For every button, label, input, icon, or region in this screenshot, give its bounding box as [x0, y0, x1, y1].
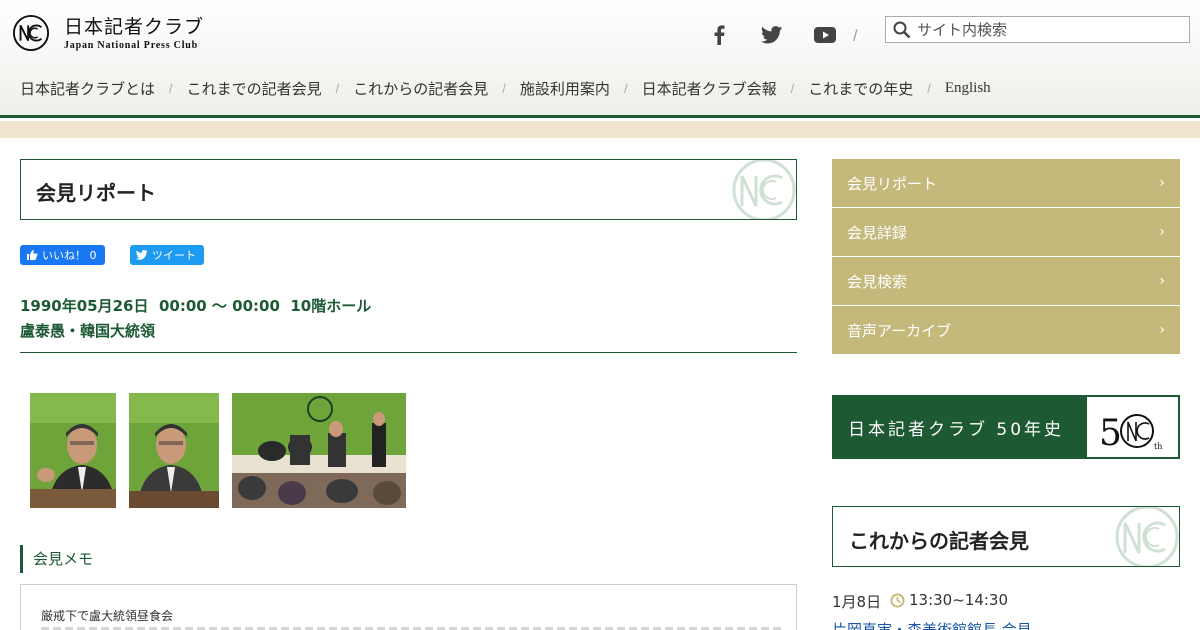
page-title: 会見リポート: [36, 181, 156, 205]
svg-text:5: 5: [1099, 413, 1122, 454]
sidebar-item-label: 会見リポート: [847, 174, 938, 193]
sidebar-item-audio-archive[interactable]: 音声アーカイブ ›: [832, 306, 1180, 354]
site-logo[interactable]: 日本記者クラブ Japan National Press Club: [12, 14, 204, 52]
banner-text: 日本記者クラブ 50年史: [848, 419, 1065, 440]
memo-heading: 会見メモ: [20, 545, 93, 573]
sidebar-item-search[interactable]: 会見検索 ›: [832, 257, 1180, 305]
conference-datetime: 1990年05月26日 00:00 〜 00:00 10階ホール: [20, 297, 372, 315]
logo-jp-text: 日本記者クラブ: [64, 15, 205, 38]
search-icon: [893, 21, 911, 38]
sidebar-item-transcript[interactable]: 会見詳録 ›: [832, 208, 1180, 256]
event-title-link[interactable]: 片岡真実・森美術館館長 会見: [832, 619, 1032, 630]
sidebar-item-label: 音声アーカイブ: [847, 321, 952, 340]
svg-text:th: th: [1154, 442, 1162, 451]
youtube-icon[interactable]: [812, 22, 838, 48]
nav-separator: /: [927, 81, 931, 96]
nav-separator: /: [623, 81, 628, 96]
twitter-bird-icon: [136, 250, 148, 260]
tweet-button[interactable]: ツイート: [130, 245, 204, 265]
memo-text: 厳戒下で盧大統領昼食会: [41, 609, 174, 623]
main-nav: 日本記者クラブとは / これまでの記者会見 / これからの記者会見 / 施設利用…: [20, 78, 991, 99]
event-time: 13:30~14:30: [890, 591, 1008, 609]
facebook-like-button[interactable]: いいね！ 0: [20, 245, 105, 265]
search-input[interactable]: [917, 20, 1177, 39]
nav-upcoming-press-conferences[interactable]: これからの記者会見: [353, 78, 488, 99]
50th-history-banner[interactable]: 日本記者クラブ 50年史 5 th: [832, 395, 1180, 459]
sidebar-menu: 会見リポート › 会見詳録 › 会見検索 › 音声アーカイブ ›: [832, 159, 1180, 355]
nav-bulletin[interactable]: 日本記者クラブ会報: [642, 78, 777, 99]
clock-icon: [890, 592, 905, 608]
chevron-right-icon: ›: [1159, 322, 1165, 338]
sidebar-item-label: 会見詳録: [847, 223, 908, 242]
event-date: 1月8日: [832, 593, 882, 611]
sidebar-item-report[interactable]: 会見リポート ›: [832, 159, 1180, 207]
photo-thumbnail[interactable]: [30, 393, 116, 508]
site-search[interactable]: [885, 16, 1190, 43]
chevron-right-icon: ›: [1159, 273, 1165, 289]
social-separator: /: [853, 28, 858, 45]
conference-speaker: 盧泰愚・韓国大統領: [20, 322, 156, 340]
meta-divider: [20, 352, 797, 353]
header-band: [0, 121, 1200, 138]
upcoming-title: これからの記者会見: [849, 529, 1029, 553]
sidebar-item-label: 会見検索: [847, 272, 908, 291]
upcoming-heading-box: これからの記者会見: [832, 506, 1180, 567]
logo-en-text: Japan National Press Club: [64, 39, 199, 51]
nav-history[interactable]: これまでの年史: [808, 78, 913, 99]
jnpc-logo-icon: [12, 14, 50, 52]
nav-past-press-conferences[interactable]: これまでの記者会見: [187, 78, 322, 99]
memo-box: 厳戒下で盧大統領昼食会: [20, 584, 797, 630]
site-header: 日本記者クラブ Japan National Press Club / 日本記者…: [0, 0, 1200, 118]
chevron-right-icon: ›: [1159, 175, 1165, 191]
thumbs-up-icon: [27, 250, 38, 260]
50th-logo-icon: 5 th: [1087, 397, 1178, 457]
page-title-box: 会見リポート: [20, 159, 797, 220]
nav-separator: /: [502, 81, 506, 96]
nav-facilities[interactable]: 施設利用案内: [520, 78, 610, 99]
nav-english[interactable]: English: [945, 80, 991, 97]
nav-separator: /: [169, 81, 173, 96]
like-label: いいね！ 0: [42, 249, 97, 262]
tweet-label: ツイート: [152, 249, 196, 262]
social-links: /: [706, 22, 857, 48]
photo-thumbnail[interactable]: [232, 393, 406, 508]
event-time-text: 13:30~14:30: [909, 591, 1009, 609]
chevron-right-icon: ›: [1159, 224, 1165, 240]
nc-watermark-icon: [1115, 507, 1179, 566]
nc-watermark-icon: [732, 160, 796, 219]
facebook-icon[interactable]: [706, 22, 732, 48]
twitter-icon[interactable]: [759, 22, 785, 48]
photo-thumbnail[interactable]: [129, 393, 219, 508]
nav-separator: /: [335, 81, 340, 96]
nav-about[interactable]: 日本記者クラブとは: [20, 78, 155, 99]
nav-separator: /: [790, 81, 795, 96]
